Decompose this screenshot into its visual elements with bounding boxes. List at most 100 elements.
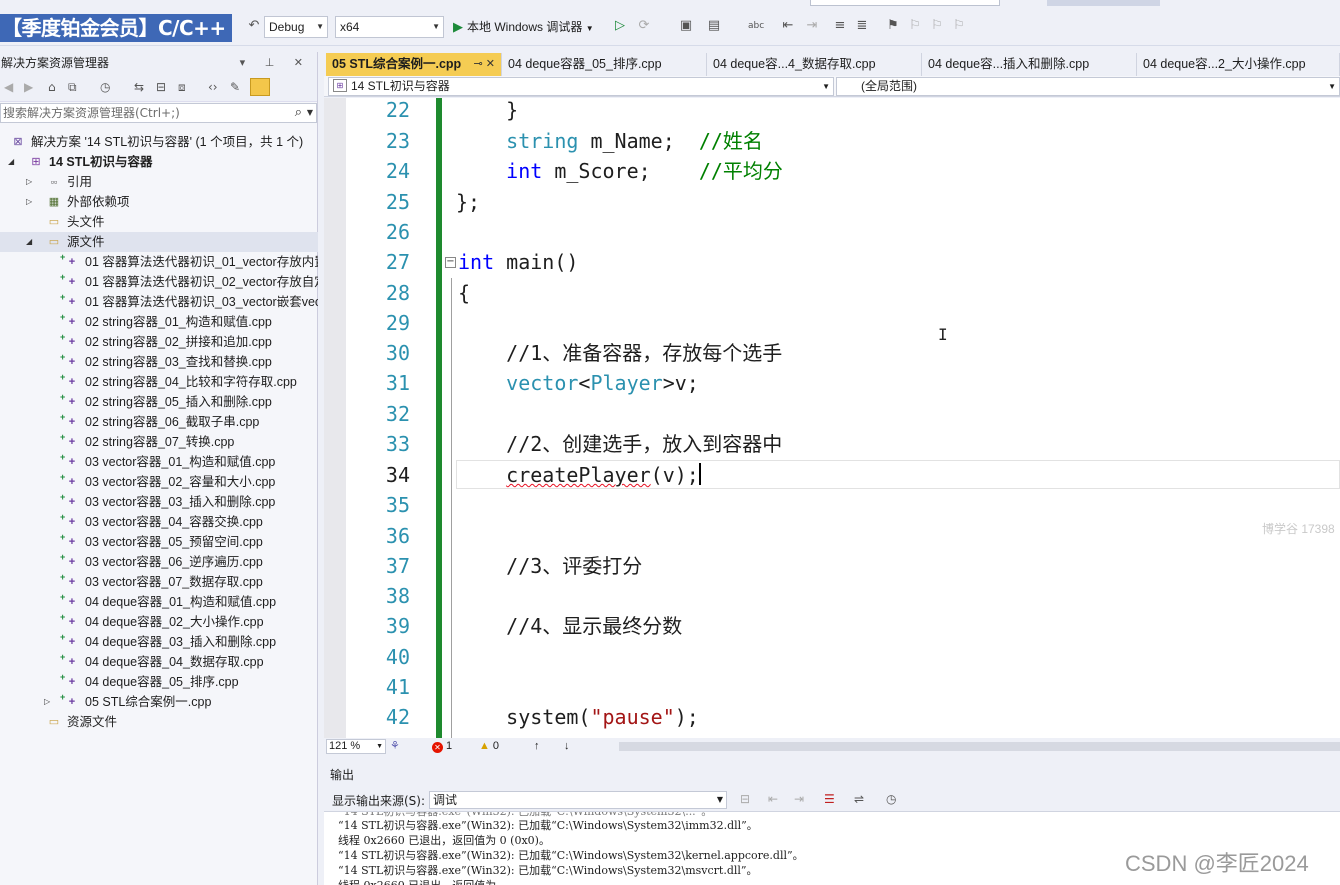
- code-line: 25};: [324, 187, 1340, 217]
- tree-file[interactable]: + + 04 deque容器_02_大小操作.cpp: [0, 612, 318, 632]
- uncomment-icon[interactable]: ≣: [854, 18, 870, 34]
- tab-file[interactable]: 04 deque容...插入和删除.cpp: [922, 53, 1137, 76]
- solution-icon: ⊠: [13, 136, 23, 148]
- tree-references[interactable]: ▷ ▫▫ 引用: [0, 172, 318, 192]
- platform-select[interactable]: x64 ▼: [335, 16, 444, 38]
- arrow-up-icon[interactable]: ↑: [534, 739, 540, 754]
- bookmark-icon[interactable]: ⚑: [885, 18, 901, 34]
- code-health-icon[interactable]: ⚘: [390, 739, 400, 754]
- tree-file[interactable]: + + 03 vector容器_02_容量和大小.cpp: [0, 472, 318, 492]
- file-label: 02 string容器_03_查找和替换.cpp: [85, 355, 272, 369]
- tree-file[interactable]: + + 02 string容器_03_查找和替换.cpp: [0, 352, 318, 372]
- start-without-debug-icon[interactable]: ▷: [612, 18, 628, 34]
- clear-bookmarks-icon[interactable]: ⚐: [951, 18, 967, 34]
- show-all-files-icon[interactable]: ⧈: [178, 80, 186, 95]
- error-count[interactable]: ✕ 1: [432, 739, 452, 754]
- cpp-file-icon: + +: [60, 332, 76, 348]
- home-icon[interactable]: ⌂: [48, 80, 56, 94]
- tree-file[interactable]: + + 01 容器算法迭代器初识_03_vector嵌套vect: [0, 292, 318, 312]
- tab-file[interactable]: 04 deque容器_05_排序.cpp: [502, 53, 707, 76]
- tree-file[interactable]: + + 03 vector容器_06_逆序遍历.cpp: [0, 552, 318, 572]
- chevron-down-icon: ▼: [306, 108, 313, 117]
- timestamp-icon[interactable]: ◷: [886, 792, 896, 806]
- switch-views-icon[interactable]: ⧉: [68, 80, 77, 95]
- comment-icon[interactable]: ≡: [832, 18, 848, 34]
- warning-count[interactable]: ▲ 0: [479, 739, 499, 754]
- tree-solution[interactable]: ⊠ 解决方案 '14 STL初识与容器' (1 个项目，共 1 个): [0, 132, 318, 152]
- undo-icon[interactable]: ↶: [246, 18, 262, 34]
- output-toolbar: 显示输出来源(S): 调试 ▼ ⊟ ⇤ ⇥ ☰ ⇌ ◷: [324, 788, 1340, 812]
- solution-explorer-title: 解决方案资源管理器 ▾ ⊥ ✕: [0, 52, 317, 74]
- tree-project[interactable]: ◢ ⊞ 14 STL初识与容器: [0, 152, 318, 172]
- sync-icon[interactable]: ⇆: [134, 80, 144, 94]
- tree-file[interactable]: + + 03 vector容器_03_插入和删除.cpp: [0, 492, 318, 512]
- prev-message-icon[interactable]: ⇤: [768, 792, 778, 806]
- tree-file[interactable]: + + 03 vector容器_05_预留空间.cpp: [0, 532, 318, 552]
- tree-file[interactable]: + + 03 vector容器_07_数据存取.cpp: [0, 572, 318, 592]
- forward-icon[interactable]: ▶: [24, 80, 33, 94]
- config-select[interactable]: Debug ▼: [264, 16, 328, 38]
- run-debugger-button[interactable]: ▶ 本地 Windows 调试器 ▼: [453, 17, 594, 37]
- properties-icon[interactable]: ✎: [230, 80, 240, 94]
- layout-icon[interactable]: ▤: [706, 18, 722, 34]
- collapse-all-icon[interactable]: ⊟: [156, 80, 166, 94]
- tree-file[interactable]: + + 03 vector容器_04_容器交换.cpp: [0, 512, 318, 532]
- tree-file[interactable]: + + 04 deque容器_03_插入和删除.cpp: [0, 632, 318, 652]
- tree-file[interactable]: + + 03 vector容器_01_构造和赋值.cpp: [0, 452, 318, 472]
- spellcheck-icon[interactable]: abc: [748, 18, 764, 34]
- browse-icon[interactable]: ▣: [678, 18, 694, 34]
- find-message-icon[interactable]: ⊟: [740, 792, 750, 806]
- solution-search-input[interactable]: 搜索解决方案资源管理器(Ctrl+;) ⌕ ▼: [0, 103, 317, 123]
- tree-file[interactable]: + + 02 string容器_01_构造和赋值.cpp: [0, 312, 318, 332]
- output-line: “14 STL初识与容器.exe”(Win32): 已加载“C:\Windows…: [338, 849, 804, 862]
- clear-all-icon[interactable]: ☰: [824, 792, 835, 806]
- preview-selected-icon[interactable]: [250, 78, 270, 96]
- tree-file[interactable]: + + 01 容器算法迭代器初识_01_vector存放内置: [0, 252, 318, 272]
- tree-file[interactable]: + + 02 string容器_05_插入和删除.cpp: [0, 392, 318, 412]
- project-nav-select[interactable]: ⊞ 14 STL初识与容器 ▼: [328, 77, 834, 96]
- zoom-select[interactable]: 121 % ▼: [326, 739, 386, 754]
- cpp-file-icon: + +: [60, 472, 76, 488]
- tab-active-file[interactable]: 05 STL综合案例一.cpp ⊸ ✕: [326, 53, 502, 76]
- tree-resource-files[interactable]: ▭ 资源文件: [0, 712, 318, 732]
- file-label: 03 vector容器_06_逆序遍历.cpp: [85, 555, 263, 569]
- tab-file[interactable]: 04 deque容...2_大小操作.cpp: [1137, 53, 1340, 76]
- code-editor[interactable]: − 22 }} 23 string m_Name; //姓名 24 int m_…: [324, 98, 1340, 738]
- scope-nav-select[interactable]: (全局范围) ▼: [836, 77, 1340, 96]
- tree-source-files[interactable]: ◢ ▭ 源文件: [0, 232, 318, 252]
- arrow-down-icon[interactable]: ↓: [564, 739, 570, 754]
- tree-file[interactable]: + + 02 string容器_04_比较和字符存取.cpp: [0, 372, 318, 392]
- outdent-icon[interactable]: ⇥: [804, 18, 820, 34]
- word-wrap-icon[interactable]: ⇌: [854, 792, 864, 806]
- file-label: 03 vector容器_01_构造和赋值.cpp: [85, 455, 276, 469]
- platform-value: x64: [340, 20, 360, 34]
- back-icon[interactable]: ◀: [4, 80, 13, 94]
- prev-bookmark-icon[interactable]: ⚐: [907, 18, 923, 34]
- member-banner: 【季度铂金会员】C/C++: [0, 14, 232, 42]
- output-title-text: 输出: [330, 768, 355, 782]
- next-bookmark-icon[interactable]: ⚐: [929, 18, 945, 34]
- output-source-select[interactable]: 调试 ▼: [429, 791, 727, 809]
- tree-file[interactable]: + + 02 string容器_06_截取子串.cpp: [0, 412, 318, 432]
- view-code-icon[interactable]: ‹›: [208, 80, 218, 94]
- document-tabs: 05 STL综合案例一.cpp ⊸ ✕ 04 deque容器_05_排序.cpp…: [324, 53, 1340, 76]
- horizontal-scrollbar[interactable]: [619, 742, 1340, 751]
- tree-external-deps[interactable]: ▷ ▦ 外部依赖项: [0, 192, 318, 212]
- line-number: 29: [385, 311, 410, 335]
- close-icon[interactable]: ⊸ ✕: [474, 53, 496, 75]
- tree-file[interactable]: + + 01 容器算法迭代器初识_02_vector存放自定: [0, 272, 318, 292]
- tree-file[interactable]: + + 04 deque容器_04_数据存取.cpp: [0, 652, 318, 672]
- tree-file[interactable]: + + 02 string容器_07_转换.cpp: [0, 432, 318, 452]
- pending-changes-icon[interactable]: ◷: [100, 80, 110, 94]
- tree-file[interactable]: + + 04 deque容器_01_构造和赋值.cpp: [0, 592, 318, 612]
- panel-pin-icon[interactable]: ▾ ⊥ ✕: [240, 52, 311, 74]
- code-line: 32: [324, 399, 1340, 429]
- hot-reload-icon[interactable]: ⟳: [636, 18, 652, 34]
- tree-file[interactable]: + + 02 string容器_02_拼接和追加.cpp: [0, 332, 318, 352]
- tree-file[interactable]: ▷ + + 05 STL综合案例一.cpp: [0, 692, 318, 712]
- indent-icon[interactable]: ⇤: [780, 18, 796, 34]
- tab-file[interactable]: 04 deque容...4_数据存取.cpp: [707, 53, 922, 76]
- next-message-icon[interactable]: ⇥: [794, 792, 804, 806]
- tree-header-files[interactable]: ▭ 头文件: [0, 212, 318, 232]
- tree-file[interactable]: + + 04 deque容器_05_排序.cpp: [0, 672, 318, 692]
